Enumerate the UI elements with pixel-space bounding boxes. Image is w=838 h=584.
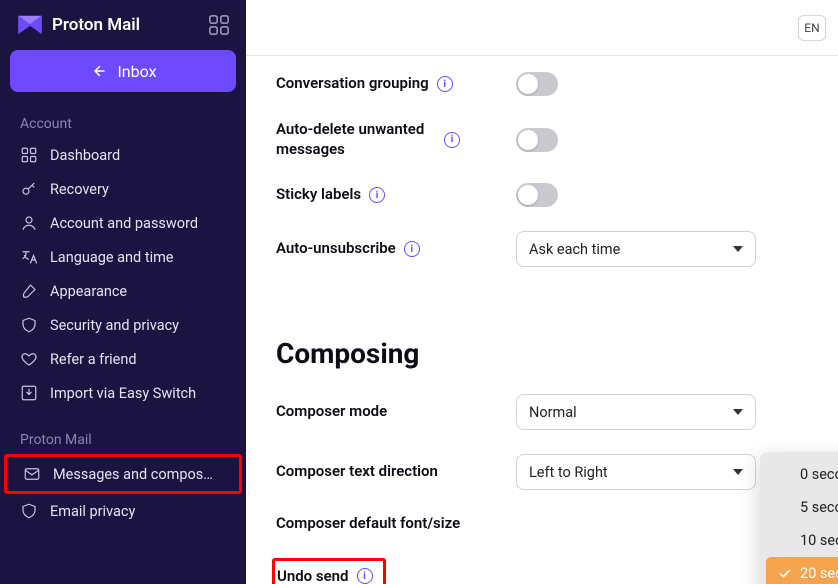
check-icon bbox=[778, 567, 792, 581]
key-icon bbox=[20, 180, 38, 198]
select-auto-unsubscribe[interactable]: Ask each time bbox=[516, 231, 756, 267]
info-icon[interactable]: i bbox=[357, 568, 373, 584]
select-value: Ask each time bbox=[529, 241, 620, 258]
shield-icon bbox=[20, 502, 38, 520]
shield-icon bbox=[20, 316, 38, 334]
row-sticky-labels: Sticky labels i bbox=[276, 171, 808, 219]
toggle-conversation-grouping[interactable] bbox=[516, 72, 558, 96]
sidebar-item-label: Security and privacy bbox=[50, 317, 179, 334]
language-icon bbox=[20, 248, 38, 266]
brush-icon bbox=[20, 282, 38, 300]
setting-label: Undo send bbox=[277, 567, 349, 584]
setting-label: Composer default font/size bbox=[276, 514, 460, 534]
brand-logo[interactable]: Proton Mail bbox=[16, 14, 140, 36]
sidebar-item-label: Recovery bbox=[50, 181, 109, 198]
option-label: 20 seconds bbox=[800, 565, 838, 582]
topbar: EN bbox=[246, 0, 838, 56]
dropdown-option-10s[interactable]: 10 seconds bbox=[766, 524, 838, 557]
heart-icon bbox=[20, 350, 38, 368]
dropdown-option-5s[interactable]: 5 seconds bbox=[766, 491, 838, 524]
toggle-auto-delete[interactable] bbox=[516, 128, 558, 152]
row-composer-mode: Composer mode Normal bbox=[276, 382, 808, 442]
info-icon[interactable]: i bbox=[444, 132, 460, 148]
select-composer-text-direction[interactable]: Left to Right bbox=[516, 454, 756, 490]
sidebar-item-label: Language and time bbox=[50, 249, 174, 266]
inbox-button-label: Inbox bbox=[117, 62, 156, 81]
main-area: EN Conversation grouping i Auto-delete un… bbox=[246, 0, 838, 584]
toggle-sticky-labels[interactable] bbox=[516, 183, 558, 207]
language-code: EN bbox=[804, 21, 819, 35]
info-icon[interactable]: i bbox=[437, 76, 453, 92]
setting-label: Auto-unsubscribe bbox=[276, 239, 396, 259]
setting-label: Composer mode bbox=[276, 402, 387, 422]
sidebar-item-email-privacy[interactable]: Email privacy bbox=[0, 494, 246, 528]
sidebar-item-messages-composing[interactable]: Messages and compos… bbox=[4, 454, 242, 494]
option-label: 10 seconds bbox=[800, 532, 838, 549]
row-undo-send: Undo send i bbox=[276, 546, 808, 584]
sidebar-item-security-privacy[interactable]: Security and privacy bbox=[0, 308, 246, 342]
sidebar-item-language-time[interactable]: Language and time bbox=[0, 240, 246, 274]
user-icon bbox=[20, 214, 38, 232]
setting-label: Composer text direction bbox=[276, 462, 438, 482]
sidebar-item-label: Refer a friend bbox=[50, 351, 137, 368]
sidebar-item-import-easy-switch[interactable]: Import via Easy Switch bbox=[0, 376, 246, 410]
chevron-down-icon bbox=[733, 409, 743, 415]
sidebar: Proton Mail Inbox Account Dashboard Reco… bbox=[0, 0, 246, 584]
grid-icon bbox=[20, 146, 38, 164]
select-value: Normal bbox=[529, 404, 577, 421]
row-auto-unsubscribe: Auto-unsubscribe i Ask each time bbox=[276, 219, 808, 279]
settings-content: Conversation grouping i Auto-delete unwan… bbox=[246, 56, 838, 584]
envelope-icon bbox=[23, 465, 41, 483]
apps-grid-icon[interactable] bbox=[208, 14, 230, 36]
sidebar-item-dashboard[interactable]: Dashboard bbox=[0, 138, 246, 172]
chevron-down-icon bbox=[733, 469, 743, 475]
dropdown-option-20s[interactable]: 20 seconds bbox=[766, 557, 838, 584]
setting-label: Auto-delete unwanted messages bbox=[276, 120, 436, 159]
select-value: Left to Right bbox=[529, 464, 608, 481]
import-icon bbox=[20, 384, 38, 402]
inbox-button[interactable]: Inbox bbox=[10, 50, 236, 92]
option-label: 0 seconds bbox=[800, 466, 838, 483]
sidebar-item-recovery[interactable]: Recovery bbox=[0, 172, 246, 206]
setting-label: Conversation grouping bbox=[276, 74, 429, 94]
sidebar-item-label: Appearance bbox=[50, 283, 127, 300]
proton-logo-icon bbox=[16, 14, 44, 36]
language-button[interactable]: EN bbox=[798, 15, 826, 41]
sidebar-section-product: Proton Mail bbox=[0, 422, 246, 454]
brand-name: Proton Mail bbox=[52, 15, 140, 35]
row-composer-text-direction: Composer text direction Left to Right bbox=[276, 442, 808, 502]
sidebar-item-account-password[interactable]: Account and password bbox=[0, 206, 246, 240]
info-icon[interactable]: i bbox=[369, 187, 385, 203]
row-conversation-grouping: Conversation grouping i bbox=[276, 60, 808, 108]
sidebar-item-refer-friend[interactable]: Refer a friend bbox=[0, 342, 246, 376]
sidebar-item-label: Dashboard bbox=[50, 147, 120, 164]
composing-header: Composing bbox=[276, 337, 808, 370]
setting-label: Sticky labels bbox=[276, 185, 361, 205]
select-composer-mode[interactable]: Normal bbox=[516, 394, 756, 430]
sidebar-item-label: Email privacy bbox=[50, 503, 135, 520]
chevron-down-icon bbox=[733, 246, 743, 252]
option-label: 5 seconds bbox=[800, 499, 838, 516]
sidebar-item-label: Messages and compos… bbox=[53, 466, 213, 483]
sidebar-section-account: Account bbox=[0, 106, 246, 138]
sidebar-item-label: Import via Easy Switch bbox=[50, 385, 196, 402]
dropdown-option-0s[interactable]: 0 seconds bbox=[766, 458, 838, 491]
arrow-left-icon bbox=[89, 62, 107, 80]
info-icon[interactable]: i bbox=[404, 241, 420, 257]
dropdown-undo-send: 0 seconds 5 seconds 10 seconds 20 second… bbox=[760, 452, 838, 584]
sidebar-item-label: Account and password bbox=[50, 215, 198, 232]
row-composer-font: Composer default font/size bbox=[276, 502, 808, 546]
sidebar-item-appearance[interactable]: Appearance bbox=[0, 274, 246, 308]
row-auto-delete: Auto-delete unwanted messages i bbox=[276, 108, 808, 171]
